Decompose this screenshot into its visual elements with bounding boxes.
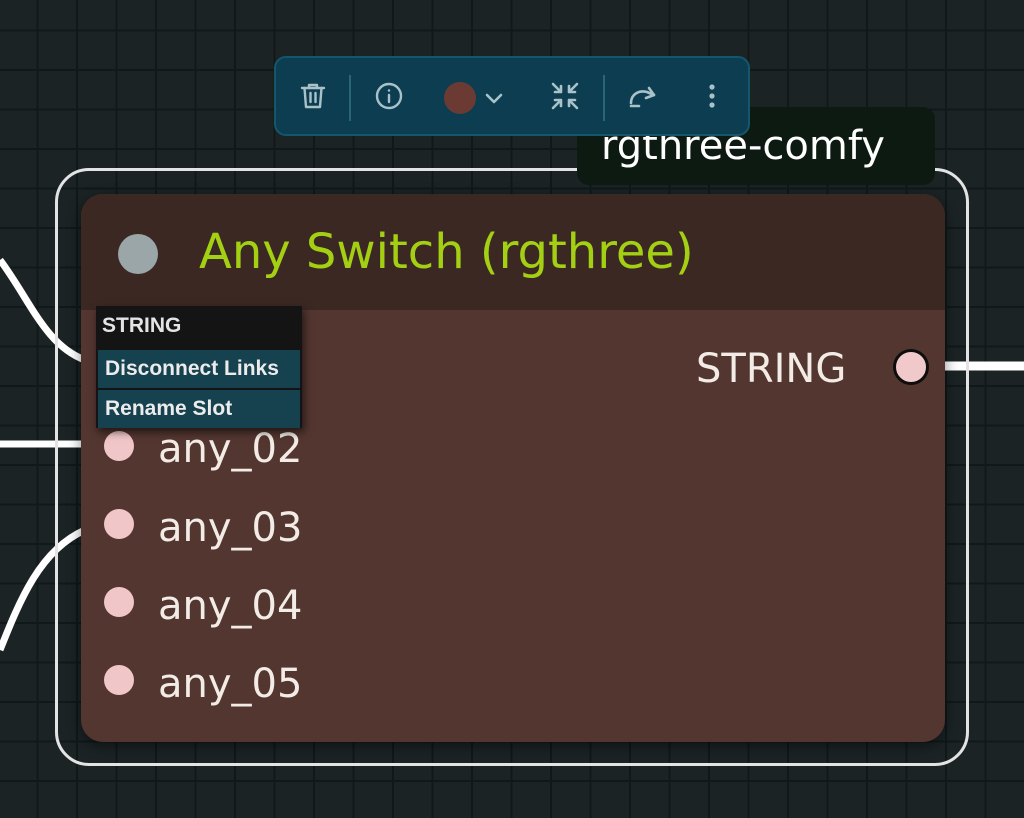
delete-button[interactable] — [298, 80, 328, 116]
collapse-node-button[interactable] — [548, 80, 582, 116]
rename-slot-menu-item[interactable]: Rename Slot — [98, 390, 300, 428]
input-label-any-04: any_04 — [158, 583, 303, 629]
color-swatch — [444, 82, 476, 114]
collapse-toggle[interactable] — [118, 234, 158, 274]
input-slot-any-03[interactable] — [104, 509, 134, 539]
redo-icon — [627, 83, 659, 113]
context-menu-title: STRING — [102, 314, 182, 337]
input-slot-any-05[interactable] — [104, 665, 134, 695]
output-slot-string[interactable] — [893, 349, 929, 385]
trash-icon — [300, 82, 326, 114]
input-label-any-05: any_05 — [158, 661, 303, 707]
input-label-any-02: any_02 — [158, 426, 303, 472]
info-icon — [374, 81, 404, 115]
redo-button[interactable] — [626, 80, 660, 116]
selection-toolbar — [274, 56, 750, 136]
chevron-down-icon — [484, 91, 504, 105]
input-slot-any-02[interactable] — [104, 431, 134, 461]
input-slot-any-04[interactable] — [104, 587, 134, 617]
disconnect-links-menu-item[interactable]: Disconnect Links — [98, 350, 300, 388]
node-header[interactable]: Any Switch (rgthree) — [81, 194, 945, 310]
collapse-icon — [550, 81, 580, 115]
node-title: Any Switch (rgthree) — [199, 224, 694, 280]
input-label-any-03: any_03 — [158, 505, 303, 551]
more-vertical-icon — [708, 83, 716, 113]
slot-context-menu: STRING Disconnect Links Rename Slot — [96, 306, 302, 428]
output-label-string: STRING — [696, 346, 847, 392]
color-picker-button[interactable] — [441, 80, 507, 116]
info-button[interactable] — [373, 80, 405, 116]
more-options-button[interactable] — [702, 80, 722, 116]
toolbar-separator — [603, 75, 605, 121]
toolbar-separator — [349, 75, 351, 121]
